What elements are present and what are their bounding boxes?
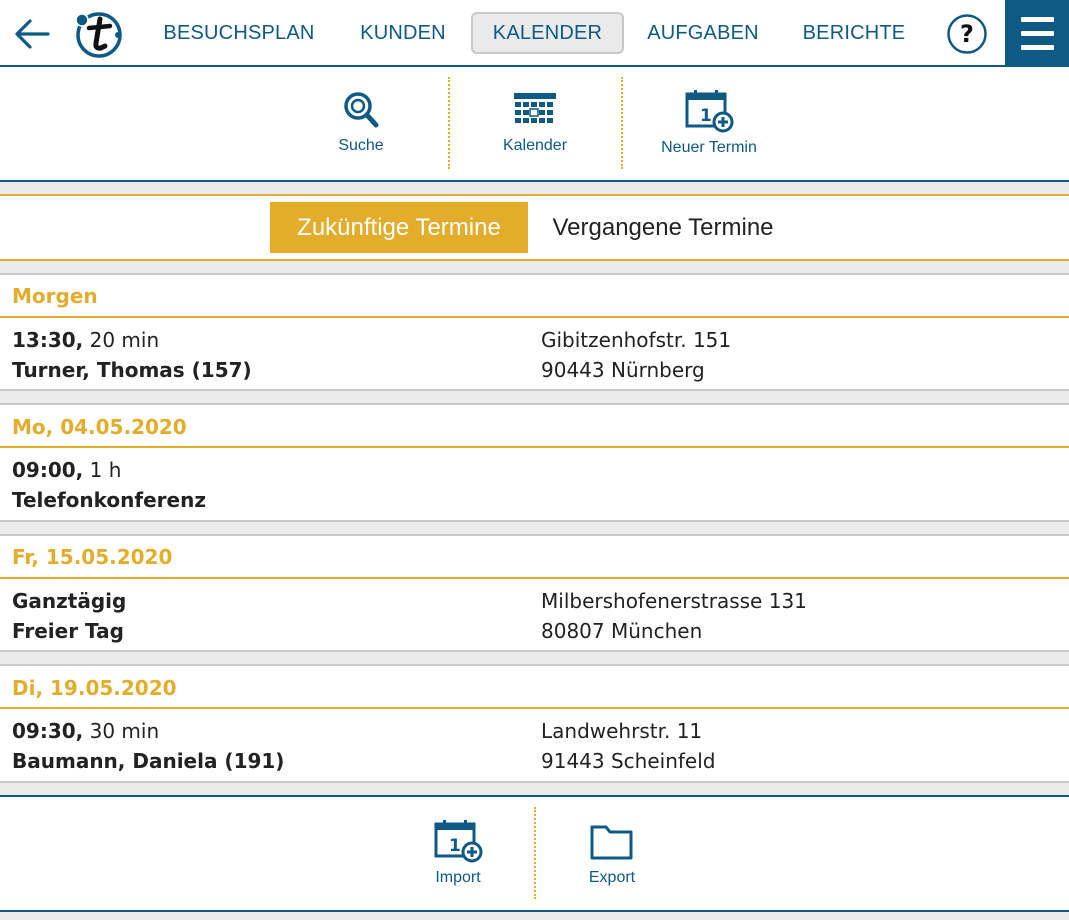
appointment-title: Turner, Thomas (157)	[12, 358, 252, 382]
separator-band	[0, 182, 1069, 194]
folder-icon	[590, 825, 633, 860]
appointment-time-line: 09:00, 1 h	[12, 458, 121, 482]
help-button[interactable]: ?	[946, 13, 988, 55]
new-appointment-button[interactable]: 1 Neuer Termin	[644, 89, 774, 157]
divider	[0, 534, 1069, 536]
separator-band	[0, 522, 1069, 534]
import-export-toolbar: 1 Import Export	[0, 797, 1069, 910]
separator-band	[0, 652, 1069, 664]
menu-bar-icon	[1021, 17, 1054, 22]
toolbar-divider	[621, 77, 623, 169]
appointment-time: Ganztägig	[12, 589, 127, 613]
logo-icon	[75, 12, 122, 58]
export-label: Export	[588, 869, 636, 886]
svg-text:1: 1	[700, 106, 712, 126]
appointment-title: Freier Tag	[12, 619, 124, 643]
appointment-title: Telefonkonferenz	[12, 488, 206, 512]
day-heading: Morgen	[12, 284, 98, 308]
appointment-row[interactable]: 09:30, 30 min Baumann, Daniela (191) Lan…	[0, 709, 1069, 781]
nav-berichte[interactable]: BERICHTE	[798, 12, 910, 54]
appointment-time: 09:00,	[12, 458, 84, 482]
separator-band	[0, 783, 1069, 795]
calendar-grid-icon	[514, 93, 556, 123]
calendar-add-icon: 1	[434, 820, 483, 863]
calendar-add-icon: 1	[685, 90, 734, 133]
separator-band	[0, 912, 1069, 920]
arrow-left-icon	[15, 19, 50, 49]
app-logo	[72, 10, 124, 58]
nav-kunden[interactable]: KUNDEN	[350, 12, 456, 54]
appointment-duration: 30 min	[89, 719, 160, 743]
appointment-duration: 20 min	[89, 328, 160, 352]
import-label: Import	[435, 869, 481, 886]
new-appointment-label: Neuer Termin	[661, 139, 757, 156]
appointment-time: 13:30,	[12, 328, 84, 352]
appointment-row[interactable]: 09:00, 1 h Telefonkonferenz	[0, 448, 1069, 520]
divider	[0, 403, 1069, 405]
search-tool-button[interactable]: Suche	[296, 89, 426, 155]
appointment-time-line: 09:30, 30 min	[12, 719, 159, 743]
menu-bar-icon	[1021, 31, 1054, 36]
appointment-time: 09:30,	[12, 719, 84, 743]
appointment-street: Landwehrstr. 11	[541, 719, 703, 743]
back-button[interactable]	[12, 14, 52, 54]
appointment-time-line: Ganztägig	[12, 589, 126, 613]
appointment-city: 91443 Scheinfeld	[541, 749, 716, 773]
separator-band	[0, 391, 1069, 403]
day-heading: Di, 19.05.2020	[12, 676, 177, 700]
appointment-time-line: 13:30, 20 min	[12, 328, 159, 352]
hamburger-menu-button[interactable]	[1005, 0, 1069, 66]
export-button[interactable]: Export	[547, 821, 677, 887]
calendar-tool-label: Kalender	[502, 137, 568, 154]
appointment-street: Milbershofenerstrasse 131	[541, 589, 807, 613]
appointment-row[interactable]: 13:30, 20 min Turner, Thomas (157) Gibit…	[0, 318, 1069, 389]
search-tool-label: Suche	[338, 137, 384, 154]
help-label: ?	[960, 20, 974, 48]
search-icon	[344, 92, 379, 128]
divider	[0, 664, 1069, 666]
toolbar-divider	[448, 77, 450, 169]
appointment-duration: 1 h	[89, 458, 122, 482]
toolbar-divider	[534, 807, 536, 899]
divider	[0, 273, 1069, 275]
calendar-tool-button[interactable]: Kalender	[470, 89, 600, 155]
tabs-top-border	[0, 194, 1069, 196]
nav-kalender[interactable]: KALENDER	[471, 12, 624, 54]
import-button[interactable]: 1 Import	[393, 819, 523, 887]
day-heading: Mo, 04.05.2020	[12, 415, 187, 439]
appointment-city: 90443 Nürnberg	[541, 358, 705, 382]
nav-aufgaben[interactable]: AUFGABEN	[640, 12, 766, 54]
day-heading: Fr, 15.05.2020	[12, 545, 173, 569]
appointment-city: 80807 München	[541, 619, 703, 643]
separator-band	[0, 261, 1069, 273]
appointment-row[interactable]: Ganztägig Freier Tag Milbershofenerstras…	[0, 579, 1069, 650]
appointment-title: Baumann, Daniela (191)	[12, 749, 285, 773]
tab-past-appointments[interactable]: Vergangene Termine	[538, 202, 788, 253]
appointment-street: Gibitzenhofstr. 151	[541, 328, 732, 352]
calendar-toolbar: Suche Kalender 1 Neuer Termin	[0, 69, 1069, 180]
tab-future-appointments[interactable]: Zukünftige Termine	[270, 202, 528, 253]
nav-besuchsplan[interactable]: BESUCHSPLAN	[160, 12, 318, 54]
svg-text:1: 1	[449, 836, 461, 856]
menu-bar-icon	[1021, 45, 1054, 50]
top-navigation: BESUCHSPLAN KUNDEN KALENDER AUFGABEN BER…	[0, 0, 1069, 67]
